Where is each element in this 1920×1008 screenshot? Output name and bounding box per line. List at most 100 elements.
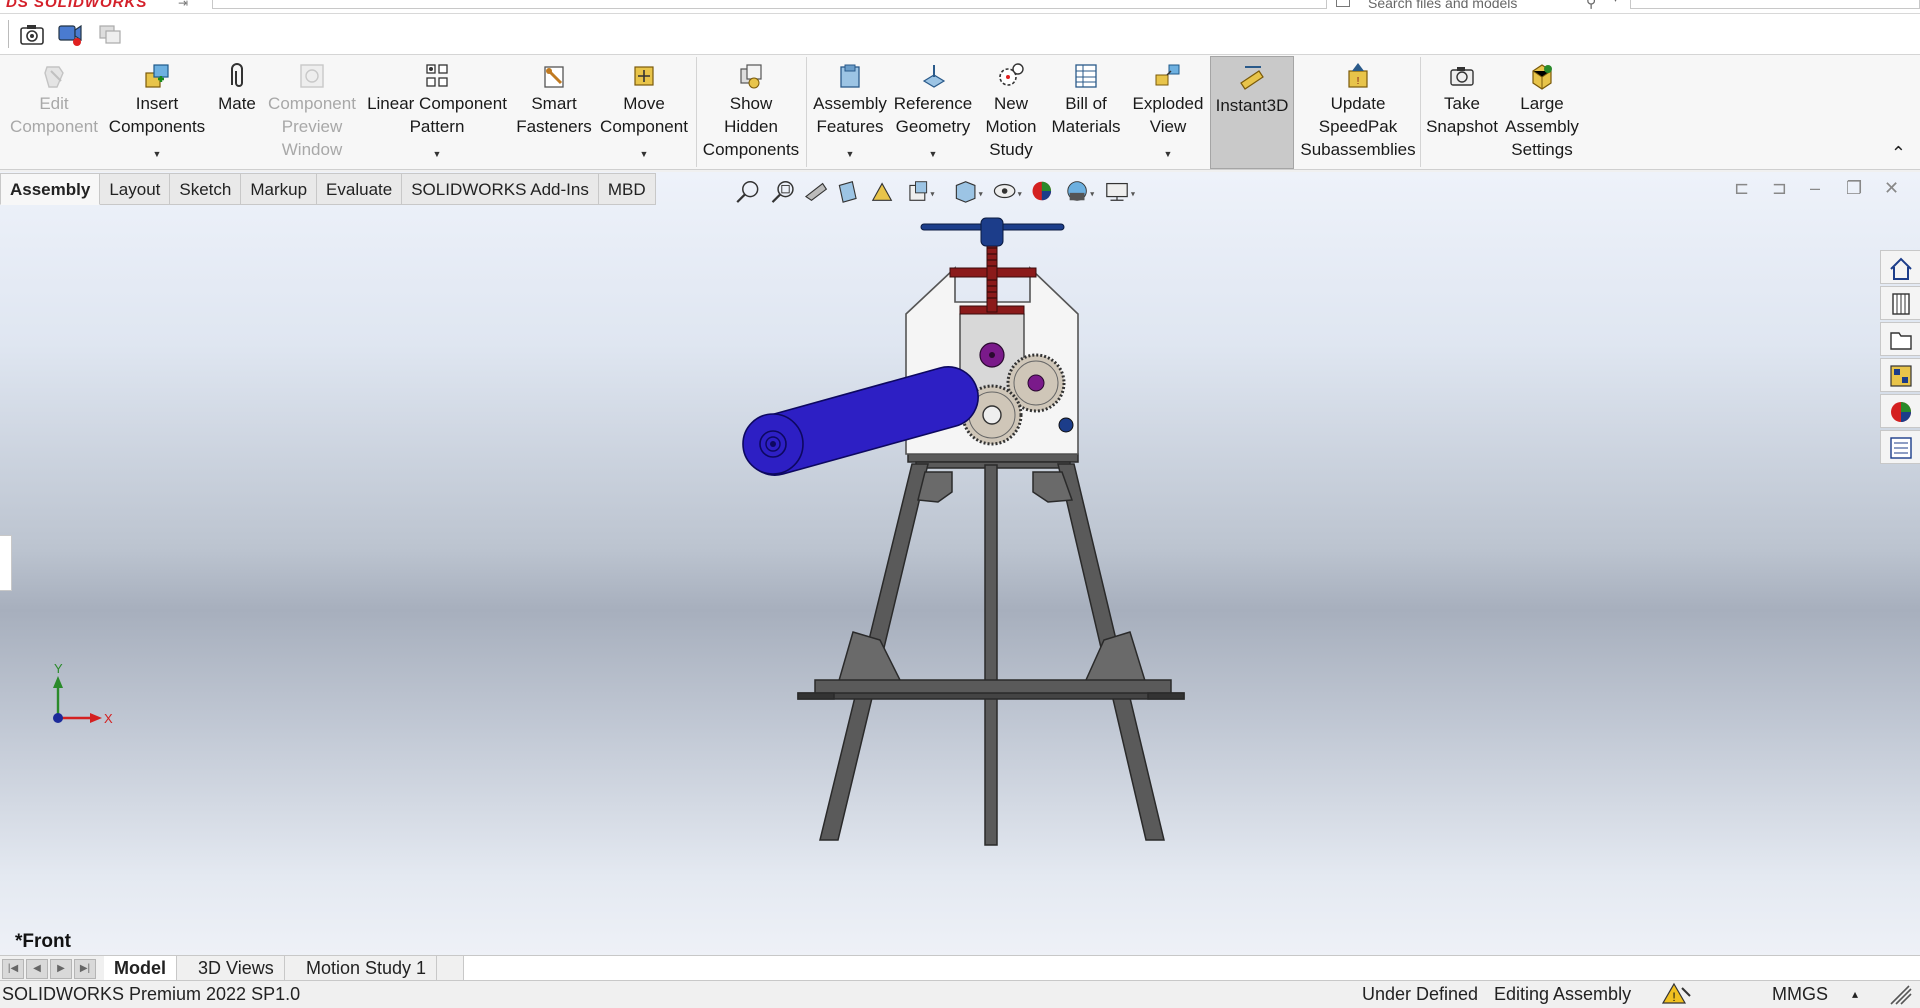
instant3d-icon [1240, 66, 1264, 90]
move-component-label: Move Component [600, 94, 688, 136]
units-selector[interactable]: MMGS [1772, 981, 1828, 1008]
tab-layout[interactable]: Layout [100, 173, 171, 205]
quick-toolbar [0, 14, 1920, 55]
collapse-ribbon-icon[interactable]: ⌃ [1891, 143, 1906, 164]
restore-icon[interactable]: ❐ [1846, 178, 1862, 199]
zoom-to-fit-icon[interactable] [736, 180, 759, 203]
tab-solidworks-add-ins[interactable]: SOLIDWORKS Add-Ins [402, 173, 599, 205]
move-component-button[interactable]: Move Component ▼ [594, 55, 694, 170]
tab-model[interactable]: Model [104, 956, 177, 981]
units-dropdown-icon[interactable]: ▴ [1852, 981, 1858, 1008]
chevron-down-icon[interactable]: ▼ [808, 143, 892, 166]
search-dropdown-icon[interactable]: ▾ [1613, 0, 1618, 5]
minimize-icon[interactable]: – [1810, 178, 1820, 199]
chevron-down-icon[interactable]: ▼ [892, 143, 974, 166]
display-style-icon[interactable]: ▾ [955, 181, 984, 203]
product-version: SOLIDWORKS Premium 2022 SP1.0 [2, 984, 301, 1004]
reference-geometry-button[interactable]: Reference Geometry ▼ [892, 55, 974, 170]
search-icon[interactable]: ⚲ [1586, 0, 1596, 11]
assembly-features-button[interactable]: Assembly Features ▼ [808, 55, 892, 170]
file-explorer-icon[interactable] [1880, 322, 1920, 356]
smart-fasteners-label: Smart Fasteners [516, 94, 592, 136]
search-box[interactable]: Search files and models ⚲ ▾ [1336, 0, 1626, 12]
show-hidden-components-button[interactable]: Show Hidden Components [698, 55, 804, 170]
dynamic-annotation-icon[interactable] [871, 182, 893, 201]
tab-3d-views[interactable]: 3D Views [188, 956, 285, 981]
feature-manager-toggle[interactable] [0, 535, 12, 591]
ribbon-divider [806, 57, 807, 167]
show-hidden-icon [740, 64, 762, 89]
design-library-icon[interactable] [1880, 286, 1920, 320]
insert-components-button[interactable]: Insert Components ▼ [106, 55, 208, 170]
appearances-icon[interactable] [1880, 394, 1920, 428]
paperclip-icon [231, 63, 243, 87]
bill-of-materials-button[interactable]: Bill of Materials [1046, 55, 1126, 170]
ribbon-divider [696, 57, 697, 167]
linear-component-pattern-button[interactable]: Linear Component Pattern ▼ [360, 55, 514, 170]
svg-text:▾: ▾ [1018, 189, 1023, 199]
graphics-area[interactable]: Y X ▾ ▾ ▾ ▾ ▾ ⊏ ⊐ – ❐ ✕ *Front [0, 172, 1920, 955]
tab-motion-study-1[interactable]: Motion Study 1 [296, 956, 438, 981]
new-motion-study-button[interactable]: New Motion Study [976, 55, 1046, 170]
smart-fasteners-icon [544, 66, 564, 88]
close-icon[interactable]: ✕ [1884, 178, 1899, 199]
custom-properties-icon[interactable] [1880, 430, 1920, 464]
solidworks-logo[interactable]: DS SOLIDWORKS [6, 0, 147, 11]
last-tab-icon[interactable]: ▶| [74, 959, 96, 979]
exploded-view-icon [1155, 64, 1180, 86]
view-palette-icon[interactable] [1880, 358, 1920, 392]
tab-evaluate[interactable]: Evaluate [317, 173, 403, 205]
search-input[interactable]: Search files and models [1368, 0, 1517, 11]
previous-tab-icon[interactable]: ◀ [26, 959, 48, 979]
svg-text:!: ! [1357, 76, 1360, 87]
view-orientation-icon[interactable]: ▾ [909, 181, 935, 201]
stand-frame [797, 453, 1185, 846]
previous-view-icon[interactable] [804, 182, 828, 201]
assembly-model[interactable]: Y X [0, 172, 1920, 955]
exploded-view-button[interactable]: Exploded View ▼ [1128, 55, 1208, 170]
search-scope-icon[interactable] [1336, 0, 1350, 7]
tab-assembly[interactable]: Assembly [0, 173, 101, 205]
heads-up-view-toolbar: ▾ ▾ ▾ ▾ ▾ [736, 180, 1136, 203]
tab-markup[interactable]: Markup [241, 173, 318, 205]
large-assembly-settings-button[interactable]: Large Assembly Settings [1502, 55, 1582, 170]
chevron-down-icon[interactable]: ▼ [360, 143, 514, 166]
view-settings-icon[interactable]: ▾ [1106, 182, 1136, 201]
customize-icon[interactable] [1888, 983, 1914, 1008]
triad-x-label: X [104, 711, 113, 726]
section-view-icon[interactable] [838, 181, 857, 203]
large-assembly-icon [1532, 64, 1552, 90]
tile-right-icon[interactable]: ⊐ [1772, 178, 1787, 199]
screen-capture-icon[interactable] [96, 20, 124, 48]
capture-image-icon[interactable] [18, 20, 46, 48]
pin-icon[interactable]: ⇥ [178, 0, 188, 10]
update-speedpak-button[interactable]: ! Update SpeedPak Subassemblies [1296, 55, 1420, 170]
title-bar: DS SOLIDWORKS ⇥ Search files and models … [0, 0, 1920, 14]
chevron-down-icon[interactable]: ▼ [1128, 143, 1208, 166]
tab-mbd[interactable]: MBD [598, 173, 656, 205]
command-tabs: Assembly Layout Sketch Markup Evaluate S… [0, 173, 656, 205]
edit-component-button[interactable]: Edit Component [2, 55, 106, 170]
smart-fasteners-button[interactable]: Smart Fasteners [514, 55, 594, 170]
edit-component-label: Edit Component [10, 94, 98, 136]
rebuild-warning-icon[interactable]: ! [1661, 982, 1692, 1008]
zoom-to-area-icon[interactable] [771, 180, 794, 203]
first-tab-icon[interactable]: |◀ [2, 959, 24, 979]
edit-appearance-icon[interactable] [1032, 181, 1052, 201]
bill-of-materials-icon [1075, 64, 1097, 88]
component-preview-window-button[interactable]: Component Preview Window [266, 55, 358, 170]
instant3d-button[interactable]: Instant3D [1210, 56, 1294, 169]
view-orientation-label: *Front [15, 931, 71, 952]
record-video-icon[interactable] [56, 20, 84, 48]
take-snapshot-button[interactable]: Take Snapshot [1422, 55, 1502, 170]
home-icon[interactable] [1880, 250, 1920, 284]
mate-button[interactable]: Mate [208, 55, 266, 170]
apply-scene-icon[interactable]: ▾ [1067, 181, 1095, 201]
tile-left-icon[interactable]: ⊏ [1734, 178, 1749, 199]
tab-sketch[interactable]: Sketch [170, 173, 242, 205]
chevron-down-icon[interactable]: ▼ [106, 143, 208, 166]
next-tab-icon[interactable]: ▶ [50, 959, 72, 979]
motion-study-icon [999, 63, 1024, 86]
chevron-down-icon[interactable]: ▼ [594, 143, 694, 166]
hide-show-items-icon[interactable]: ▾ [993, 183, 1023, 199]
